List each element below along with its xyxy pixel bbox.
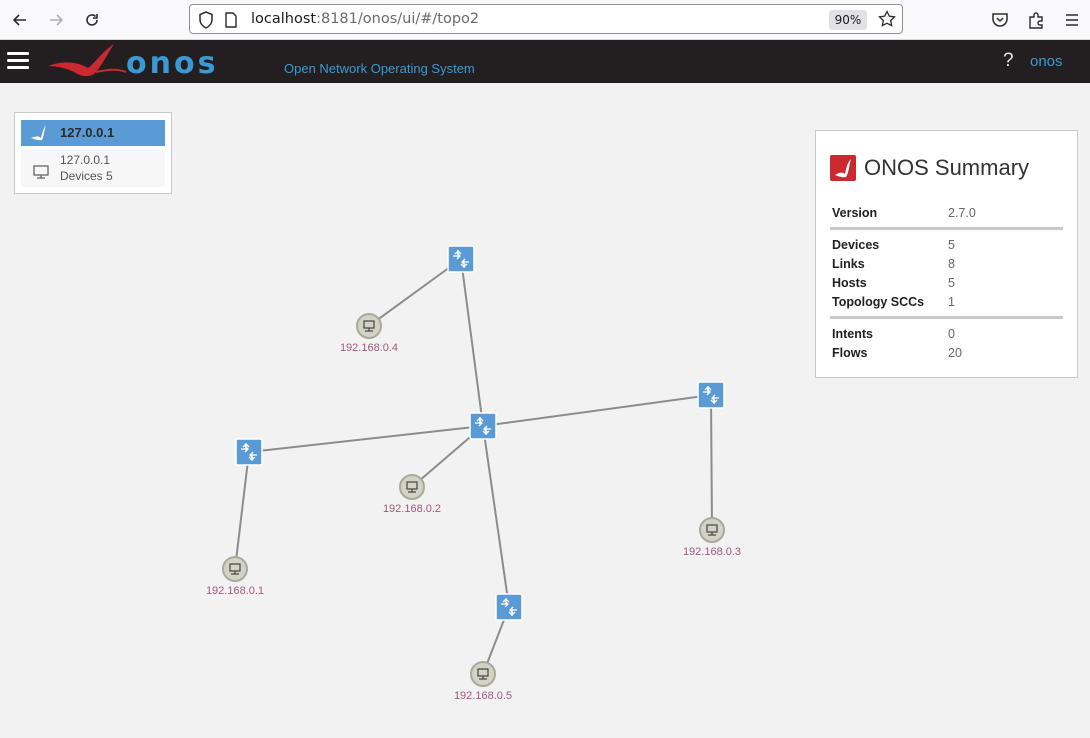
monitor-icon [33,165,49,179]
summary-value: 5 [948,276,955,290]
host-label: 192.168.0.4 [340,342,398,354]
cluster-node-ip: 127.0.0.1 [60,153,111,167]
hamburger-line [7,52,29,55]
cluster-device-count: Devices 5 [60,169,113,183]
host-label: 192.168.0.3 [683,546,741,558]
link[interactable] [482,425,510,608]
pocket-icon [992,13,1008,27]
cluster-node-header[interactable]: 127.0.0.1 [21,120,165,146]
reload-icon [86,14,98,26]
user-menu-link[interactable]: onos [1030,53,1063,70]
back-button[interactable] [8,8,32,32]
summary-value: 20 [948,346,962,360]
browser-toolbar: localhost:8181/onos/ui/#/topo2 90% [0,0,1090,40]
summary-divider [830,316,1063,319]
summary-key: Version [832,206,878,220]
page-icon [225,12,237,28]
back-arrow-icon [12,14,26,26]
puzzle-icon [1029,12,1043,29]
url-host: localhost [251,11,317,27]
host-node[interactable]: 192.168.0.1 [206,556,264,597]
onos-masthead: onos Open Network Operating System ? ono… [0,40,1090,83]
switch-node[interactable] [235,438,263,466]
switch-node[interactable] [697,381,725,409]
hamburger-line [7,59,29,62]
host-node[interactable]: 192.168.0.2 [383,474,441,515]
summary-key: Devices [832,238,880,252]
summary-value: 8 [948,257,955,271]
topology-links [234,258,713,675]
url-bar[interactable]: localhost:8181/onos/ui/#/topo2 90% [189,4,903,34]
host-link[interactable] [710,394,713,531]
zoom-badge[interactable]: 90% [829,10,867,30]
menu-icon [1066,14,1078,26]
bookmark-star-icon[interactable] [878,10,896,28]
host-label: 192.168.0.5 [454,690,512,702]
summary-key: Links [832,257,865,271]
link[interactable] [460,258,484,427]
app-menu-button[interactable] [1060,8,1084,32]
extensions-button[interactable] [1024,8,1048,32]
link[interactable] [248,425,484,453]
summary-key: Intents [832,327,873,341]
forward-button[interactable] [44,8,68,32]
help-button[interactable]: ? [1003,50,1014,72]
cluster-node-title: 127.0.0.1 [60,125,115,140]
summary-value: 2.7.0 [948,206,976,220]
host-node[interactable]: 192.168.0.5 [454,661,512,702]
summary-title: ONOS Summary [864,155,1030,180]
switch-node[interactable] [447,245,475,273]
link[interactable] [482,394,712,427]
summary-value: 0 [948,327,955,341]
switch-node[interactable] [495,593,523,621]
onos-bird-icon [31,125,46,141]
onos-logo[interactable]: onos [44,42,284,86]
forward-arrow-icon [50,14,64,26]
host-link[interactable] [368,258,462,327]
onos-bird-logo-icon: onos [48,44,218,81]
url-text[interactable]: localhost:8181/onos/ui/#/topo2 [251,11,479,27]
summary-value: 5 [948,238,955,252]
summary-value: 1 [948,295,955,309]
logo-tagline: Open Network Operating System [284,61,475,76]
summary-panel: ONOS Summary Version 2.7.0 Devices 5 Links… [815,130,1078,378]
shield-icon[interactable] [198,11,214,29]
host-label: 192.168.0.2 [383,503,441,515]
cluster-node-details: 127.0.0.1 Devices 5 [21,150,165,187]
nav-menu-button[interactable] [7,52,29,70]
host-link[interactable] [234,451,250,570]
pocket-button[interactable] [988,8,1012,32]
switch-node[interactable] [469,412,497,440]
hamburger-line [7,66,29,69]
summary-divider [830,227,1063,230]
summary-key: Hosts [832,276,867,290]
url-path: :8181/onos/ui/#/topo2 [316,11,480,27]
summary-key: Flows [832,346,868,360]
onos-wordmark: onos [126,46,218,81]
host-label: 192.168.0.1 [206,585,264,597]
onos-summary-logo-icon [830,155,856,181]
cluster-panel: 127.0.0.1 127.0.0.1 Devices 5 [14,112,172,194]
host-node[interactable]: 192.168.0.4 [340,313,398,354]
reload-button[interactable] [80,8,104,32]
host-node[interactable]: 192.168.0.3 [683,517,741,558]
summary-key: Topology SCCs [832,295,925,309]
